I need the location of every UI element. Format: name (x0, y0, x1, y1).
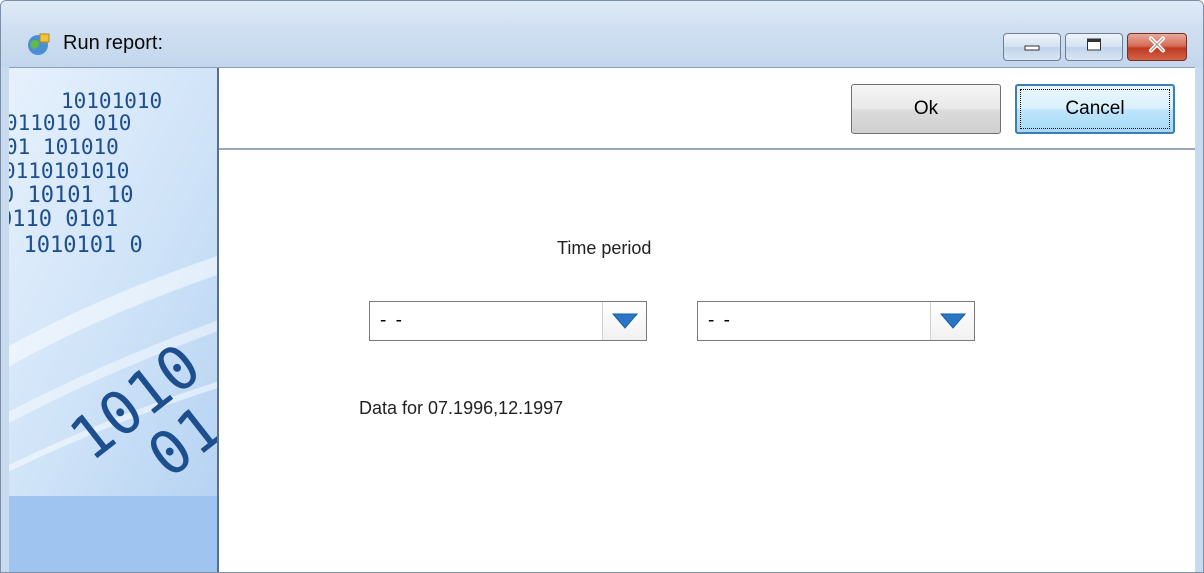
maximize-icon (1086, 38, 1102, 57)
close-button[interactable] (1127, 33, 1187, 61)
title-bar[interactable]: Run report: (1, 1, 1203, 67)
binary-line: 0 10101 10 (9, 183, 133, 208)
button-strip: Ok Cancel (219, 68, 1195, 150)
binary-banner-image: 10101010 011010 010 01 101010 0110101010… (9, 68, 217, 496)
period-end-combobox[interactable]: - - (697, 301, 975, 341)
binary-line: 0 1010101 0 (9, 233, 143, 258)
minimize-icon (1024, 38, 1040, 56)
run-report-window: Run report: 10101010 011010 010 01 10101… (0, 0, 1204, 573)
binary-line: 0110 0101 (9, 207, 118, 232)
period-end-value: - - (708, 310, 732, 331)
data-range-note: Data for 07.1996,12.1997 (359, 398, 564, 418)
globe-report-icon (25, 32, 51, 56)
period-start-combobox[interactable]: - - (369, 301, 647, 341)
caption-buttons (1003, 33, 1187, 61)
maximize-button[interactable] (1065, 33, 1123, 61)
binary-line: 011010 010 (9, 111, 131, 135)
binary-line: 01 101010 (9, 135, 119, 159)
binary-line: 0110101010 (9, 159, 129, 183)
minimize-button[interactable] (1003, 33, 1061, 61)
side-banner: 10101010 011010 010 01 101010 0110101010… (9, 68, 219, 572)
binary-line: 10101010 (61, 89, 162, 113)
time-period-label: Time period (557, 238, 652, 258)
ok-button[interactable]: Ok (851, 84, 1001, 134)
cancel-button[interactable]: Cancel (1015, 84, 1175, 134)
focus-rectangle (1020, 89, 1170, 129)
window-title: Run report: (63, 32, 164, 54)
close-icon (1148, 36, 1166, 58)
period-start-value: - - (380, 310, 404, 331)
dialog-client-area: 10101010 011010 010 01 101010 0110101010… (9, 67, 1195, 572)
side-banner-footer (9, 496, 217, 572)
period-start-dropdown-button[interactable] (602, 302, 646, 340)
report-main-panel: Ok Cancel Time period - - - - Data for 0… (219, 68, 1195, 572)
period-end-dropdown-button[interactable] (930, 302, 974, 340)
